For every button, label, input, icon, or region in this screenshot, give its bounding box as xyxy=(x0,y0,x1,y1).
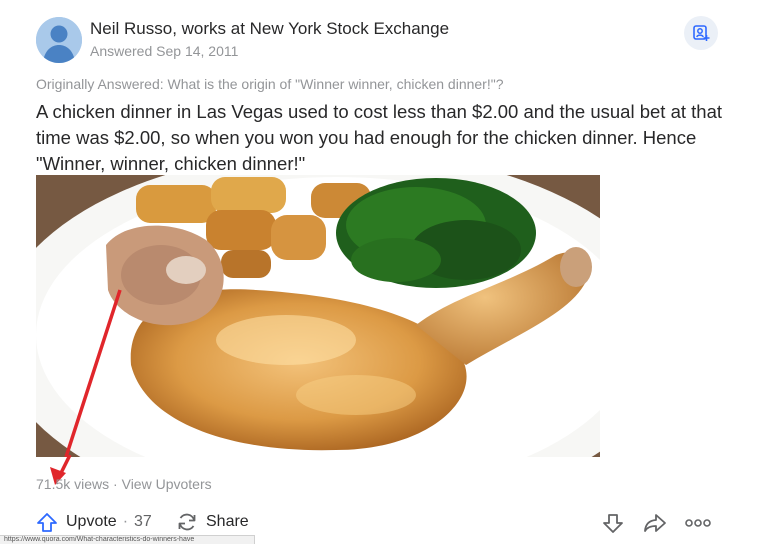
share-person-button[interactable] xyxy=(684,16,718,50)
views-count: 71.5k views xyxy=(36,476,110,492)
share-label: Share xyxy=(206,513,249,530)
chicken-dinner-image xyxy=(36,175,600,457)
upvote-label: Upvote xyxy=(66,513,117,530)
author-name[interactable]: Neil Russo, works at New York Stock Exch… xyxy=(90,19,449,39)
forward-icon xyxy=(644,514,666,532)
upvote-count: 37 xyxy=(134,513,152,530)
more-icon xyxy=(685,519,711,527)
share-person-icon xyxy=(693,25,710,41)
avatar[interactable] xyxy=(36,17,82,63)
upvote-icon xyxy=(37,513,57,532)
upvote-separator: · xyxy=(122,513,129,530)
answer-text: A chicken dinner in Las Vegas used to co… xyxy=(36,101,722,174)
share-refresh-icon xyxy=(178,513,196,531)
originally-answered[interactable]: Originally Answered: What is the origin … xyxy=(36,76,504,92)
chicken-dinner-photo[interactable] xyxy=(36,175,600,457)
upvote-button[interactable]: Upvote · 37 xyxy=(36,511,152,533)
more-button[interactable] xyxy=(685,511,711,535)
stats-line: 71.5k views · View Upvoters xyxy=(36,476,212,492)
stats-separator: · xyxy=(109,476,122,492)
default-user-icon xyxy=(36,17,82,63)
share-button[interactable]: Share xyxy=(176,511,249,533)
downvote-button[interactable] xyxy=(600,511,626,535)
downvote-icon xyxy=(603,514,623,533)
view-upvoters-link[interactable]: View Upvoters xyxy=(122,476,212,492)
answered-date[interactable]: Answered Sep 14, 2011 xyxy=(90,43,238,59)
forward-button[interactable] xyxy=(642,511,668,535)
